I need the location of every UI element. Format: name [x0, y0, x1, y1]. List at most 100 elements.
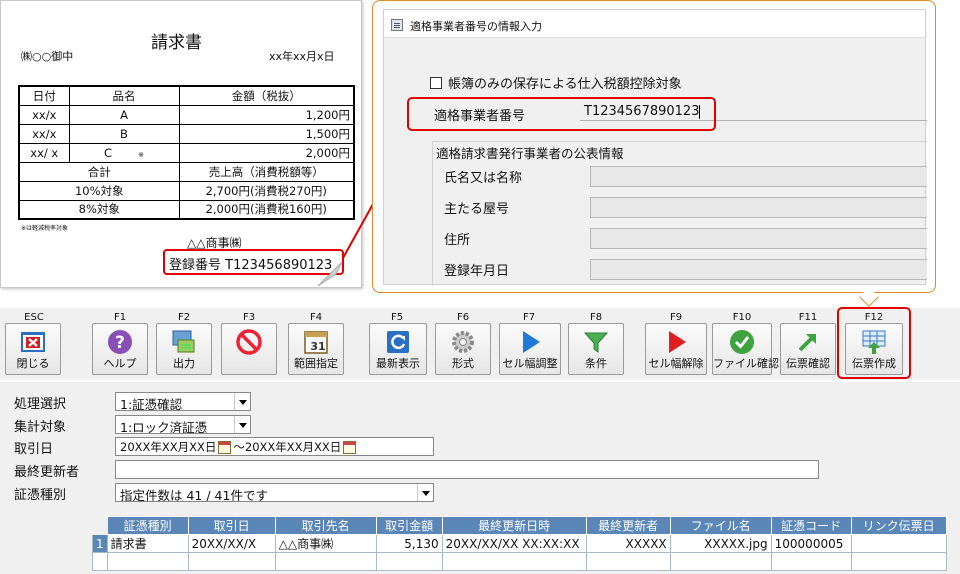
col-header[interactable]: ファイル名 — [669, 516, 772, 535]
condition-button[interactable]: 条件 — [568, 323, 624, 375]
reg-date-field[interactable] — [590, 259, 927, 280]
cell-width-reset-label: セル幅解除 — [648, 357, 704, 370]
range-button[interactable]: 31 範囲指定 — [288, 323, 344, 375]
trade-name-field[interactable] — [590, 197, 927, 218]
date-separator: ～ — [233, 440, 245, 454]
fkey-f2: F2 — [177, 312, 191, 323]
reg-number-highlight — [407, 97, 716, 131]
output-button[interactable]: 出力 — [156, 323, 212, 375]
svg-text:31: 31 — [310, 340, 325, 353]
aggregate-select[interactable]: 1:ロック済証憑 — [115, 415, 251, 434]
table-cell[interactable] — [106, 552, 189, 571]
table-cell[interactable] — [770, 552, 852, 571]
process-label: 処理選択 — [14, 397, 67, 412]
table-cell[interactable] — [850, 552, 947, 571]
file-check-button[interactable]: ファイル確認 — [712, 323, 779, 375]
play-blue-icon — [523, 331, 540, 353]
col-header[interactable]: 取引日 — [187, 516, 276, 535]
fkey-f9: F9 — [669, 312, 683, 323]
table-cell[interactable] — [669, 552, 772, 571]
row-number[interactable]: 1 — [92, 534, 108, 553]
table-row[interactable]: 1 請求書 20XX/XX/X △△商事㈱ 5,130 20XX/XX/XX X… — [92, 534, 947, 553]
name-label: 氏名又は名称 — [444, 171, 523, 186]
address-label: 住所 — [444, 233, 471, 248]
voucher-grid: 証憑種別 取引日 取引先名 取引金額 最終更新日時 最終更新者 ファイル名 証憑… — [92, 516, 947, 571]
file-check-label: ファイル確認 — [713, 357, 779, 370]
chevron-down-icon[interactable] — [417, 484, 433, 501]
qualified-invoice-dialog: 適格事業者番号の情報入力 帳簿のみの保存による仕入税額控除対象 適格事業者番号 … — [383, 9, 927, 286]
date-to[interactable]: 20XX年XX月XX日 — [245, 440, 341, 454]
name-field[interactable] — [590, 166, 927, 187]
fkey-f8: F8 — [589, 312, 603, 323]
updater-input[interactable] — [115, 460, 819, 479]
table-cell[interactable] — [850, 534, 947, 553]
svg-text:?: ? — [115, 333, 125, 353]
table-cell[interactable]: XXXXX.jpg — [669, 534, 772, 553]
table-cell[interactable]: 100000005 — [770, 534, 852, 553]
table-cell[interactable] — [187, 552, 276, 571]
col-header[interactable]: 最終更新者 — [585, 516, 671, 535]
table-cell[interactable]: XXXXX — [585, 534, 671, 553]
type-value: 指定件数は 41 / 41件です — [120, 488, 268, 502]
qualified-invoice-dialog-callout: 適格事業者番号の情報入力 帳簿のみの保存による仕入税額控除対象 適格事業者番号 … — [372, 0, 936, 293]
fkey-f11: F11 — [798, 312, 818, 323]
output-label: 出力 — [173, 357, 195, 370]
col-header[interactable]: 最終更新日時 — [441, 516, 587, 535]
calendar-icon[interactable] — [343, 441, 357, 454]
address-field[interactable] — [590, 228, 927, 249]
format-label: 形式 — [452, 357, 474, 370]
table-cell[interactable]: 請求書 — [106, 534, 189, 553]
chevron-down-icon[interactable] — [234, 393, 250, 410]
table-cell[interactable]: 20XX/XX/X — [187, 534, 276, 553]
fkey-f3: F3 — [242, 312, 256, 323]
dialog-titlebar: 適格事業者番号の情報入力 — [384, 10, 925, 38]
format-button[interactable]: 形式 — [435, 323, 491, 375]
filter-icon — [583, 332, 609, 353]
table-cell[interactable] — [441, 552, 587, 571]
row-number[interactable] — [92, 552, 108, 571]
help-button[interactable]: ? ヘルプ — [92, 323, 148, 375]
fkey-f10: F10 — [732, 312, 752, 323]
table-cell[interactable]: △△商事㈱ — [274, 534, 377, 553]
book-only-checkbox[interactable]: 帳簿のみの保存による仕入税額控除対象 — [430, 73, 682, 92]
close-button[interactable]: 閉じる — [5, 323, 61, 375]
table-cell[interactable]: 20XX/XX/XX XX:XX:XX — [441, 534, 587, 553]
col-header[interactable]: 取引先名 — [274, 516, 377, 535]
table-cell[interactable]: 5,130 — [375, 534, 443, 553]
arrow-icon — [798, 334, 816, 352]
reg-date-label: 登録年月日 — [444, 264, 510, 279]
cell-width-reset-button[interactable]: セル幅解除 — [645, 323, 707, 375]
table-row-empty[interactable] — [92, 552, 947, 571]
type-label: 証憑種別 — [14, 488, 67, 503]
table-cell[interactable] — [274, 552, 377, 571]
public-info-group-title: 適格請求書発行事業者の公表情報 — [436, 143, 628, 162]
calendar-icon[interactable] — [218, 441, 232, 454]
chevron-down-icon[interactable] — [234, 416, 250, 433]
date-range-field[interactable]: 20XX年XX月XX日 ～20XX年XX月XX日 — [115, 437, 434, 456]
grid-corner — [92, 516, 108, 535]
fkey-f1: F1 — [113, 312, 127, 323]
slip-check-button[interactable]: 伝票確認 — [780, 323, 836, 375]
f3-button[interactable] — [221, 323, 277, 375]
gear-icon — [452, 331, 474, 353]
table-cell[interactable] — [585, 552, 671, 571]
f12-highlight — [837, 307, 911, 379]
table-cell[interactable] — [375, 552, 443, 571]
process-value: 1:証憑確認 — [120, 397, 183, 411]
refresh-button[interactable]: 最新表示 — [369, 323, 427, 375]
app-window-icon — [391, 19, 403, 31]
date-from[interactable]: 20XX年XX月XX日 — [120, 440, 216, 454]
fkey-f4: F4 — [309, 312, 323, 323]
col-header[interactable]: 取引金額 — [375, 516, 443, 535]
fkey-f6: F6 — [456, 312, 470, 323]
process-select[interactable]: 1:証憑確認 — [115, 392, 251, 411]
function-key-toolbar: ESC 閉じる F1 ? ヘルプ F2 出力 F3 F4 31 範囲指定 F5 — [0, 308, 960, 380]
type-select[interactable]: 指定件数は 41 / 41件です — [115, 483, 434, 502]
cell-width-adjust-button[interactable]: セル幅調整 — [499, 323, 561, 375]
aggregate-label: 集計対象 — [14, 420, 67, 435]
col-header[interactable]: 証憑コード — [770, 516, 852, 535]
checkbox-box[interactable] — [430, 76, 442, 89]
col-header[interactable]: 証憑種別 — [106, 516, 189, 535]
col-header[interactable]: リンク伝票日 — [850, 516, 947, 535]
close-icon — [21, 332, 45, 352]
